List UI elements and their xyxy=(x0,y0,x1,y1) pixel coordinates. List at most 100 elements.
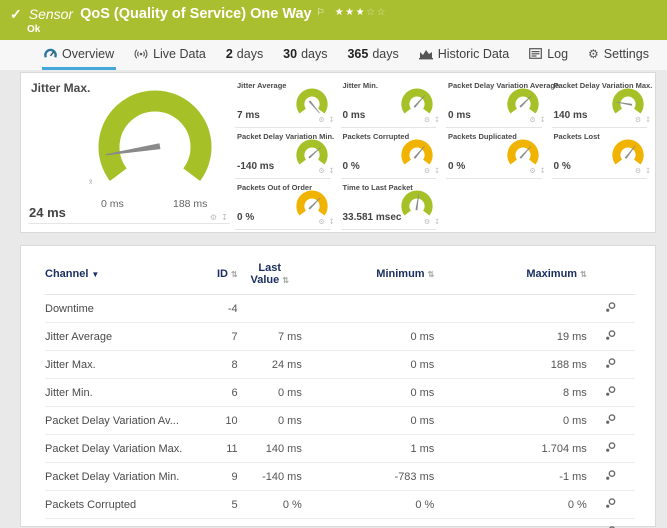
pin-icon[interactable]: ↧ xyxy=(540,117,547,124)
gear-icon[interactable]: ⚙ xyxy=(318,168,325,175)
gear-icon[interactable]: ⚙ xyxy=(210,213,218,222)
priority-stars[interactable]: ★★★☆☆ xyxy=(335,6,387,20)
mini-gauge-cell[interactable]: Packets Lost 0 % ⚙ ↧ xyxy=(550,128,656,179)
gear-icon[interactable]: ⚙ xyxy=(318,117,325,124)
channel-name[interactable]: Jitter Max. xyxy=(45,351,198,379)
channel-settings-button[interactable] xyxy=(604,357,617,370)
channel-settings-button[interactable] xyxy=(604,301,617,314)
tab-log[interactable]: Log xyxy=(527,40,570,70)
mini-gauge-value: 0 ms xyxy=(343,110,366,121)
mini-gauge-cell[interactable]: Packets Corrupted 0 % ⚙ ↧ xyxy=(339,128,445,179)
pin-icon[interactable]: ↧ xyxy=(329,117,336,124)
channel-name[interactable]: Downtime xyxy=(45,295,198,323)
pin-icon[interactable]: ↧ xyxy=(434,219,441,226)
tab-2-days[interactable]: 2days xyxy=(224,40,265,70)
channel-name[interactable]: Packets Duplicated xyxy=(45,519,198,528)
mini-gauge-value: 0 % xyxy=(237,212,254,223)
gear-icon[interactable]: ⚙ xyxy=(635,168,642,175)
star-icon[interactable]: ★ xyxy=(356,7,366,18)
table-row: Packet Delay Variation Av... 10 0 ms 0 m… xyxy=(45,407,635,435)
channel-settings-button[interactable] xyxy=(604,329,617,342)
star-icon[interactable]: ★ xyxy=(335,7,345,18)
channel-name[interactable]: Packets Corrupted xyxy=(45,491,198,519)
mini-gauge-cell[interactable]: Time to Last Packet 33.581 msec ⚙ ↧ xyxy=(339,179,445,230)
gauges-panel: Jitter Max. x̄ 0 ms 188 ms 24 ms ⚙ ↧ Jit… xyxy=(20,72,656,233)
mini-gauge-cell[interactable]: Packet Delay Variation Min. -140 ms ⚙ ↧ xyxy=(233,128,339,179)
pin-icon[interactable]: ↧ xyxy=(645,168,652,175)
main-gauge-cell[interactable]: Jitter Max. x̄ 0 ms 188 ms 24 ms ⚙ ↧ xyxy=(21,73,233,232)
channel-settings-button[interactable] xyxy=(604,413,617,426)
mini-gauge-cell[interactable]: Packets Out of Order 0 % ⚙ ↧ xyxy=(233,179,339,230)
pin-icon[interactable]: ↧ xyxy=(645,117,652,124)
gear-icon[interactable]: ⚙ xyxy=(529,117,536,124)
edit-channel-icon xyxy=(604,497,617,510)
channel-last-value: -140 ms xyxy=(238,463,302,491)
channel-settings-button[interactable] xyxy=(604,469,617,482)
channel-minimum: 1 ms xyxy=(302,435,434,463)
edit-channel-icon xyxy=(604,357,617,370)
tab-365-days[interactable]: 365days xyxy=(345,40,400,70)
channel-last-value: 24 ms xyxy=(238,351,302,379)
tab-30-days[interactable]: 30days xyxy=(281,40,329,70)
channel-settings-button[interactable] xyxy=(604,497,617,510)
channel-last-value: 0 ms xyxy=(238,379,302,407)
mini-gauge-value: 0 % xyxy=(554,161,571,172)
channel-last-value: 0 ms xyxy=(238,407,302,435)
tab-overview[interactable]: Overview xyxy=(42,40,116,70)
gear-icon[interactable]: ⚙ xyxy=(424,117,431,124)
gear-icon[interactable]: ⚙ xyxy=(424,168,431,175)
gear-icon[interactable]: ⚙ xyxy=(318,219,325,226)
table-row: Packet Delay Variation Max. 11 140 ms 1 … xyxy=(45,435,635,463)
table-row: Jitter Max. 8 24 ms 0 ms 188 ms xyxy=(45,351,635,379)
channel-maximum: 8 ms xyxy=(434,379,587,407)
channel-settings-button[interactable] xyxy=(604,441,617,454)
pin-icon[interactable]: ↧ xyxy=(329,219,336,226)
mini-gauge-cell[interactable]: Packets Duplicated 0 % ⚙ ↧ xyxy=(444,128,550,179)
edit-channel-icon xyxy=(604,441,617,454)
gauge-min-label: 0 ms xyxy=(101,198,124,210)
column-header-id[interactable]: ID⇅ xyxy=(198,252,238,295)
tab-historic-data[interactable]: Historic Data xyxy=(417,40,512,70)
average-marker: x̄ xyxy=(89,179,93,186)
column-header-maximum[interactable]: Maximum⇅ xyxy=(434,252,587,295)
pin-icon[interactable]: ↧ xyxy=(329,168,336,175)
channel-minimum xyxy=(302,295,434,323)
column-header-channel[interactable]: Channel▼ xyxy=(45,252,198,295)
channel-settings-button[interactable] xyxy=(604,525,617,528)
channel-name[interactable]: Jitter Min. xyxy=(45,379,198,407)
gear-icon[interactable]: ⚙ xyxy=(529,168,536,175)
mini-gauge-cell[interactable]: Jitter Average 7 ms ⚙ ↧ xyxy=(233,77,339,128)
gear-icon[interactable]: ⚙ xyxy=(635,117,642,124)
channel-minimum: 0 ms xyxy=(302,407,434,435)
channel-name[interactable]: Jitter Average xyxy=(45,323,198,351)
column-header-last-value[interactable]: Last Value⇅ xyxy=(238,252,302,295)
mini-gauge-value: 0 % xyxy=(343,161,360,172)
pin-icon[interactable]: ↧ xyxy=(221,213,229,222)
channel-minimum: 0 % xyxy=(302,491,434,519)
sort-icon: ⇅ xyxy=(282,276,289,285)
channel-settings-button[interactable] xyxy=(604,385,617,398)
tab-settings[interactable]: ⚙Settings xyxy=(586,40,651,70)
star-icon[interactable]: ☆ xyxy=(366,7,376,18)
channels-table-card: Channel▼ ID⇅ Last Value⇅ Minimum⇅ Maximu… xyxy=(20,245,656,527)
star-icon[interactable]: ☆ xyxy=(377,7,387,18)
channel-name[interactable]: Packet Delay Variation Av... xyxy=(45,407,198,435)
main-gauge-title: Jitter Max. xyxy=(31,81,90,95)
channel-name[interactable]: Packet Delay Variation Max. xyxy=(45,435,198,463)
priority-flag-icon[interactable]: ⚐ xyxy=(317,6,325,18)
channel-name[interactable]: Packet Delay Variation Min. xyxy=(45,463,198,491)
sort-icon: ⇅ xyxy=(231,270,238,279)
mini-gauge-cell[interactable]: Packet Delay Variation Max. 140 ms ⚙ ↧ xyxy=(550,77,656,128)
star-icon[interactable]: ★ xyxy=(345,7,355,18)
pin-icon[interactable]: ↧ xyxy=(434,117,441,124)
channel-id: 5 xyxy=(198,491,238,519)
mini-gauge-title: Jitter Average xyxy=(237,81,286,90)
gear-icon[interactable]: ⚙ xyxy=(424,219,431,226)
pin-icon[interactable]: ↧ xyxy=(540,168,547,175)
pin-icon[interactable]: ↧ xyxy=(434,168,441,175)
channel-id: 4 xyxy=(198,519,238,528)
column-header-minimum[interactable]: Minimum⇅ xyxy=(302,252,434,295)
mini-gauge-cell[interactable]: Packet Delay Variation Average 0 ms ⚙ ↧ xyxy=(444,77,550,128)
tab-live-data[interactable]: Live Data xyxy=(132,40,208,70)
mini-gauge-cell[interactable]: Jitter Min. 0 ms ⚙ ↧ xyxy=(339,77,445,128)
